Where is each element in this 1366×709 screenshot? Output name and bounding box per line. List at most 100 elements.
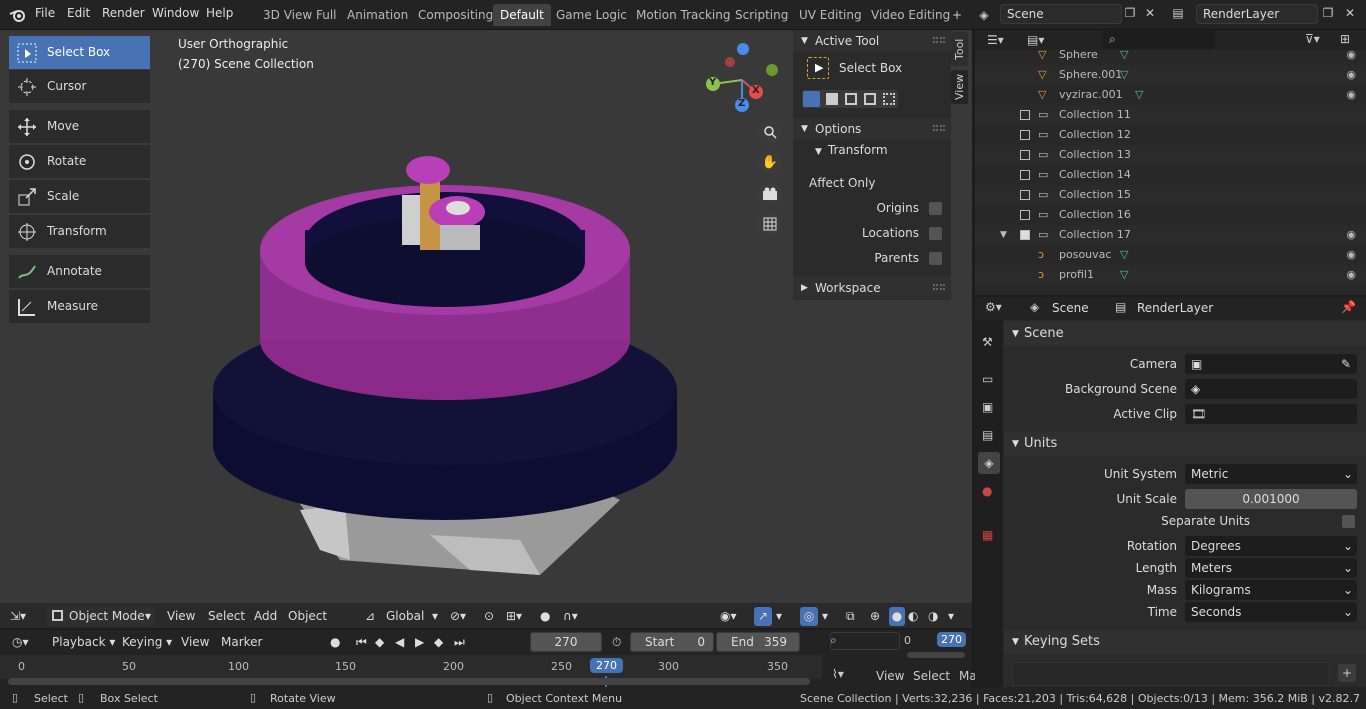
keying-menu[interactable]: Keying ▾ — [122, 633, 172, 652]
mass-dropdown[interactable]: Kilograms ⌄ — [1185, 580, 1357, 600]
tool-scale[interactable]: Scale — [9, 180, 150, 213]
end-frame-field[interactable]: End 359 — [716, 632, 800, 652]
shading-dropdown-icon[interactable]: ▾ — [948, 607, 954, 626]
proportional-icon[interactable]: ● — [540, 607, 550, 626]
menu-render[interactable]: Render — [102, 6, 145, 20]
world-tab-icon[interactable]: ● — [982, 484, 992, 498]
separate-units-checkbox[interactable] — [1342, 515, 1355, 528]
scene-context-label[interactable]: Scene — [1052, 301, 1089, 315]
graph-current-frame[interactable]: 270 — [937, 632, 966, 647]
active-clip-field[interactable]: 🎞 — [1185, 404, 1357, 424]
pan-hand-icon[interactable]: ✋ — [758, 150, 782, 174]
outliner-row[interactable]: ▽ Sphere ◉ ▽ — [975, 45, 1366, 65]
rotation-dropdown[interactable]: Degrees ⌄ — [1185, 536, 1357, 556]
graph-editor-mini[interactable]: ⌕ 0 270 ⌇▾ View Select Ma — [822, 630, 977, 687]
workspace-header[interactable]: ▶ Workspace — [793, 277, 951, 299]
outliner-row[interactable]: ▭ Collection 11 — [975, 105, 1366, 125]
outliner-row[interactable]: ↄ posouvac ◉ ▽ — [975, 245, 1366, 265]
xray-icon[interactable]: ⧉ — [846, 607, 855, 626]
outliner-row[interactable]: ▭ Collection 14 — [975, 165, 1366, 185]
stopwatch-icon[interactable]: ⏱ — [612, 633, 621, 652]
current-frame-field[interactable]: 270 — [530, 632, 602, 652]
shading-rendered-icon[interactable]: ◑ — [928, 607, 938, 626]
outliner-row[interactable]: ▭ Collection 12 — [975, 125, 1366, 145]
add-keying-set-icon[interactable]: + — [1338, 664, 1356, 682]
output-tab-icon[interactable]: ▣ — [982, 400, 993, 414]
exclude-checkbox[interactable] — [1020, 170, 1030, 180]
object-mode-dropdown[interactable]: Object Mode ▾ — [47, 607, 155, 626]
tab-tool[interactable]: Tool — [951, 32, 968, 66]
transform-subheader[interactable]: ▼ Transform — [815, 143, 888, 157]
graph-scrollbar[interactable] — [907, 652, 965, 658]
tool-select-box[interactable]: Select Box — [9, 36, 150, 69]
new-view-layer-icon[interactable]: ❐ — [1318, 3, 1338, 23]
tab-video-editing[interactable]: Video Editing — [864, 4, 957, 26]
tab-uv-editing[interactable]: UV Editing — [792, 4, 869, 26]
prev-keyframe-icon[interactable]: ◆ — [375, 633, 384, 652]
origins-checkbox[interactable] — [929, 202, 942, 215]
jump-end-icon[interactable]: ⏭ — [454, 633, 465, 652]
tab-scripting[interactable]: Scripting — [728, 4, 795, 26]
new-collection-icon[interactable]: ⊞ — [1340, 32, 1350, 46]
tool-annotate[interactable]: Annotate — [9, 255, 150, 288]
background-scene-field[interactable]: ◈ — [1185, 379, 1357, 399]
mode-extend-icon[interactable] — [826, 93, 838, 105]
outliner-row[interactable]: ▽ vyzirac.001 ◉ ▽ — [975, 85, 1366, 105]
delete-scene-icon[interactable]: ✕ — [1140, 3, 1160, 23]
tool-rotate[interactable]: Rotate — [9, 145, 150, 178]
tab-compositing[interactable]: Compositing — [411, 4, 500, 26]
menu-add[interactable]: Add — [254, 607, 277, 626]
tab-3d-view-full[interactable]: 3D View Full — [256, 4, 344, 26]
shading-wireframe-icon[interactable]: ⊕ — [870, 607, 880, 626]
exclude-checkbox[interactable] — [1020, 190, 1030, 200]
camera-field[interactable]: ▣ ✎ — [1185, 354, 1357, 374]
snap-icon[interactable]: ⊙ — [484, 607, 494, 626]
mode-intersect-icon[interactable] — [883, 93, 895, 105]
orientation-dropdown[interactable]: ⊿ Global ▾ — [362, 607, 440, 626]
outliner-row[interactable]: ▭ Collection 15 — [975, 185, 1366, 205]
locations-checkbox[interactable] — [929, 227, 942, 240]
delete-view-layer-icon[interactable]: ✕ — [1340, 3, 1360, 23]
menu-view[interactable]: View — [167, 607, 195, 626]
playback-menu[interactable]: Playback ▾ — [52, 633, 115, 652]
tab-default[interactable]: Default — [493, 4, 551, 26]
eye-icon[interactable]: ◉ — [1346, 85, 1356, 105]
view-layer-field[interactable]: RenderLayer — [1196, 4, 1318, 24]
visibility-icon[interactable]: ◉▾ — [720, 607, 737, 626]
jump-start-icon[interactable]: ⏮ — [356, 633, 367, 652]
timeline-editor-type-icon[interactable]: ◷▾ — [12, 633, 29, 652]
exclude-checkbox[interactable] — [1020, 230, 1030, 240]
tab-motion-tracking[interactable]: Motion Tracking — [629, 4, 737, 26]
scene-section-header[interactable]: ▼ Scene — [1004, 322, 1366, 346]
tab-game-logic[interactable]: Game Logic — [549, 4, 634, 26]
scene-browse-icon[interactable]: ◈ — [974, 5, 994, 25]
exclude-checkbox[interactable] — [1020, 210, 1030, 220]
graph-view-menu[interactable]: View — [876, 669, 904, 683]
menu-window[interactable]: Window — [152, 6, 199, 20]
outliner-row[interactable]: ▭ Collection 13 — [975, 145, 1366, 165]
keying-sets-list[interactable] — [1012, 662, 1330, 686]
falloff-icon[interactable]: ∩▾ — [563, 607, 578, 626]
next-keyframe-icon[interactable]: ◆ — [434, 633, 443, 652]
mode-subtract-icon[interactable] — [845, 93, 857, 105]
outliner-row[interactable]: ▼ ▭ Collection 17 ◉ — [975, 225, 1366, 245]
menu-object[interactable]: Object — [288, 607, 327, 626]
menu-file[interactable]: File — [35, 6, 55, 20]
scene-tab-icon[interactable]: ◈ — [978, 452, 1000, 474]
parents-checkbox[interactable] — [929, 252, 942, 265]
tab-animation[interactable]: Animation — [340, 4, 415, 26]
menu-select[interactable]: Select — [208, 607, 245, 626]
selection-mode-buttons[interactable] — [802, 90, 898, 108]
start-frame-field[interactable]: Start 0 — [630, 632, 714, 652]
graph-search-input[interactable] — [830, 632, 900, 650]
exclude-checkbox[interactable] — [1020, 110, 1030, 120]
render-tab-icon[interactable]: ▭ — [982, 372, 993, 386]
editor-type-icon[interactable]: ⇲▾ — [10, 607, 26, 626]
options-header[interactable]: ▼ Options — [793, 118, 951, 140]
timeline-editor[interactable]: ◷▾ Playback ▾ Keying ▾ View Marker ● ⏮ ◆… — [0, 630, 822, 687]
overlay-dropdown-icon[interactable]: ▾ — [822, 607, 828, 626]
shading-solid-icon[interactable]: ● — [889, 607, 905, 626]
pivot-icon[interactable]: ⊘▾ — [450, 607, 466, 626]
timeline-scrollbar[interactable] — [8, 678, 810, 685]
eye-icon[interactable]: ◉ — [1346, 265, 1356, 285]
